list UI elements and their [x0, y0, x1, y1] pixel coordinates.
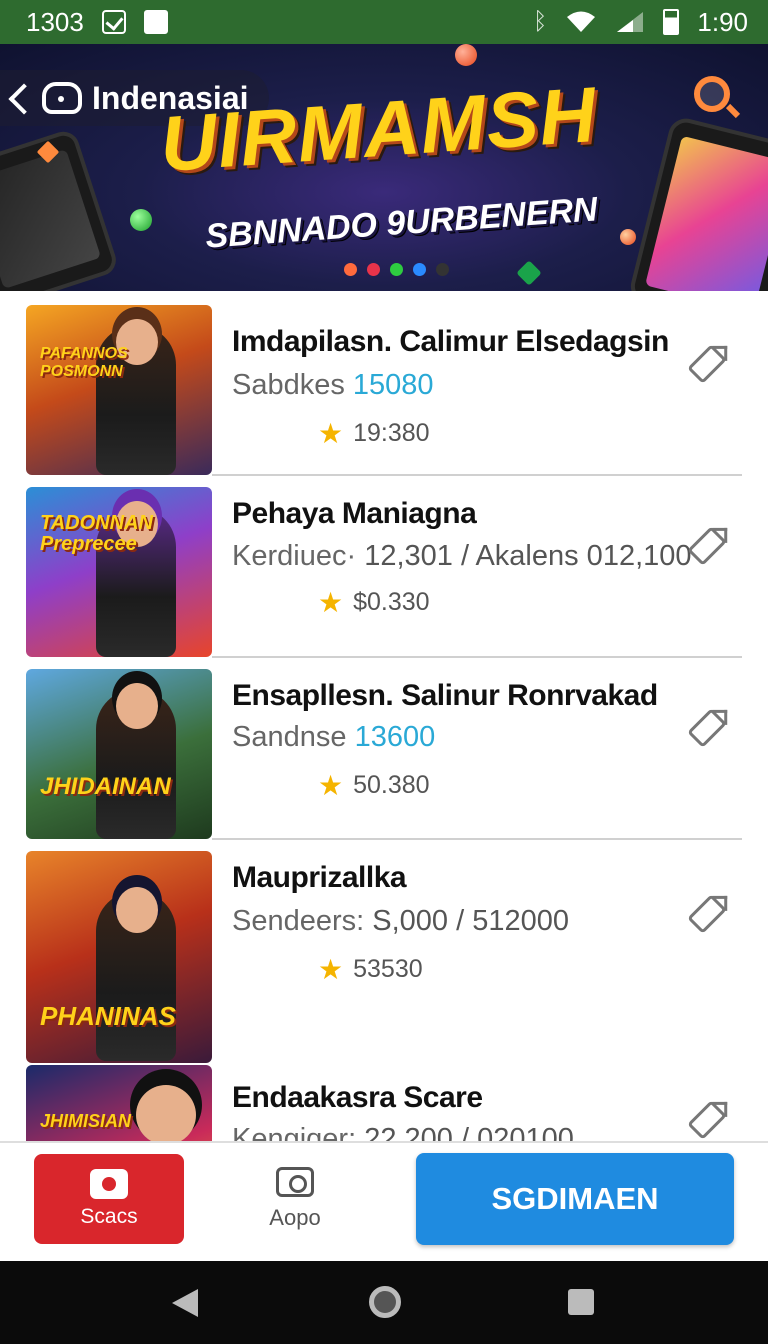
item-sub-value: 13600: [354, 721, 436, 753]
status-right: ᛒ 1:90: [533, 7, 748, 38]
game-logo: PAFANNOS POSMONN: [40, 345, 128, 380]
bluetooth-icon: ᛒ: [532, 8, 548, 35]
item-title: Imdapilasn. Calimur Elsedagsin: [232, 325, 669, 358]
star-icon: ★: [318, 954, 344, 985]
rating: ★ 53530: [318, 953, 423, 986]
primary-action-button[interactable]: SGDIMAEN: [416, 1153, 734, 1245]
cloud-icon: [42, 82, 82, 114]
tag-icon[interactable]: [687, 344, 727, 384]
carousel-dot[interactable]: [413, 263, 426, 276]
wifi-icon: [567, 11, 596, 32]
game-logo: JHIDAINAN: [40, 773, 171, 800]
item-sub-label: Sendeers:: [232, 905, 365, 937]
character-head: [116, 887, 158, 933]
scan-button[interactable]: Scacs: [34, 1154, 184, 1244]
tag-icon[interactable]: [687, 1100, 727, 1140]
rating-value: 19:380: [353, 419, 430, 447]
rating: ★ 19:380: [318, 417, 430, 450]
item-subtitle: Kengiqer: 22,200 / 020100: [232, 1123, 574, 1141]
nav-home-icon[interactable]: [369, 1286, 401, 1318]
phone-right-illustration: [627, 114, 768, 291]
item-title: Endaakasra Scare: [232, 1081, 483, 1114]
game-thumbnail: TADONNAN Preprecee: [26, 487, 212, 657]
game-logo: PHANINAS: [40, 1001, 176, 1031]
carousel-dot[interactable]: [436, 263, 449, 276]
item-title: Ensapllesn. Salinur Ronrvakad: [232, 679, 658, 712]
checkbox-notification-icon: [101, 10, 126, 34]
nav-recents-icon[interactable]: [568, 1289, 594, 1315]
item-sub-value: S,000 / 512000: [372, 905, 569, 937]
item-subtitle: Sendeers: S,000 / 512000: [232, 905, 569, 938]
camera-icon: [90, 1169, 128, 1199]
status-bar: 1303 ᛒ 1:90: [0, 0, 768, 44]
character-head: [136, 1085, 196, 1141]
phone-left-illustration: [0, 127, 120, 291]
status-time-left: 1303: [26, 6, 84, 37]
carousel-dot[interactable]: [344, 263, 357, 276]
camera-outline-icon: [276, 1167, 314, 1197]
bottom-action-bar: Scacs Aopo SGDIMAEN: [0, 1141, 768, 1261]
game-thumbnail: JHIMISIAN: [26, 1065, 212, 1141]
item-sub-label: Sabdkes: [232, 369, 345, 401]
star-icon: ★: [318, 418, 344, 449]
item-subtitle: Kerdiuec· 12,301 / Akalens 012,100: [232, 540, 692, 573]
game-thumbnail: PAFANNOS POSMONN: [26, 305, 212, 475]
status-time-right: 1:90: [697, 6, 748, 37]
rating: ★ $0.330: [318, 586, 430, 619]
game-list: PAFANNOS POSMONN Imdapilasn. Calimur Els…: [0, 291, 768, 1141]
game-logo: JHIMISIAN: [40, 1111, 132, 1131]
carousel-dot[interactable]: [390, 263, 403, 276]
banner-subtitle: SBNNADO 9URBENERN: [204, 190, 599, 256]
item-sub-value: 15080: [352, 369, 434, 401]
list-item[interactable]: JHIMISIAN Endaakasra Scare Kengiqer: 22,…: [0, 1061, 768, 1141]
item-sub-value: 22,200 / 020100: [364, 1123, 574, 1141]
star-icon: ★: [318, 770, 344, 801]
rating: ★ 50.380: [318, 769, 430, 802]
tag-icon[interactable]: [687, 708, 727, 748]
tag-icon[interactable]: [687, 894, 727, 934]
list-item[interactable]: PAFANNOS POSMONN Imdapilasn. Calimur Els…: [0, 291, 768, 476]
scan-button-label: Scacs: [80, 1205, 138, 1228]
gem-icon: [455, 44, 477, 66]
item-sub-label: Kengiqer:: [232, 1123, 357, 1141]
nav-back-icon[interactable]: [172, 1289, 198, 1317]
list-item[interactable]: PHANINAS Mauprizallka Sendeers: S,000 / …: [0, 837, 768, 1063]
app-button-label: Aopo: [269, 1205, 321, 1230]
item-title: Mauprizallka: [232, 861, 407, 894]
carousel-indicator: [344, 263, 449, 276]
star-icon: ★: [318, 587, 344, 618]
search-icon[interactable]: [694, 76, 730, 112]
gem-icon: [516, 260, 542, 286]
carousel-dot[interactable]: [367, 263, 380, 276]
tag-icon[interactable]: [687, 526, 727, 566]
status-left: 1303: [26, 7, 168, 38]
item-sub-label: Kerdiuec·: [232, 540, 357, 572]
gem-icon: [620, 229, 636, 245]
back-arrow-icon[interactable]: [4, 78, 32, 118]
item-subtitle: Sandnse 13600: [232, 721, 435, 754]
item-title: Pehaya Maniagna: [232, 497, 477, 530]
list-item[interactable]: TADONNAN Preprecee Pehaya Maniagna Kerdi…: [0, 473, 768, 658]
item-sub-value: 12,301 / Akalens 012,100: [364, 540, 692, 572]
game-logo: TADONNAN Preprecee: [40, 512, 153, 555]
rating-value: 53530: [353, 955, 423, 983]
hero-banner[interactable]: Indenasiai UIRMAMSH SBNNADO 9URBENERN: [0, 44, 768, 291]
item-subtitle: Sabdkes 15080: [232, 369, 434, 402]
character-head: [116, 683, 158, 729]
signal-icon: [617, 12, 644, 32]
app-button[interactable]: Aopo: [250, 1167, 340, 1247]
game-thumbnail: JHIDAINAN: [26, 669, 212, 839]
game-thumbnail: PHANINAS: [26, 851, 212, 1063]
clipboard-notification-icon: [143, 10, 168, 34]
rating-value: 50.380: [353, 771, 430, 799]
gem-icon: [130, 209, 152, 231]
system-nav-bar: [0, 1261, 768, 1344]
battery-icon: [663, 9, 680, 35]
rating-value: $0.330: [353, 588, 430, 616]
list-item[interactable]: JHIDAINAN Ensapllesn. Salinur Ronrvakad …: [0, 655, 768, 840]
item-sub-label: Sandnse: [232, 721, 347, 753]
